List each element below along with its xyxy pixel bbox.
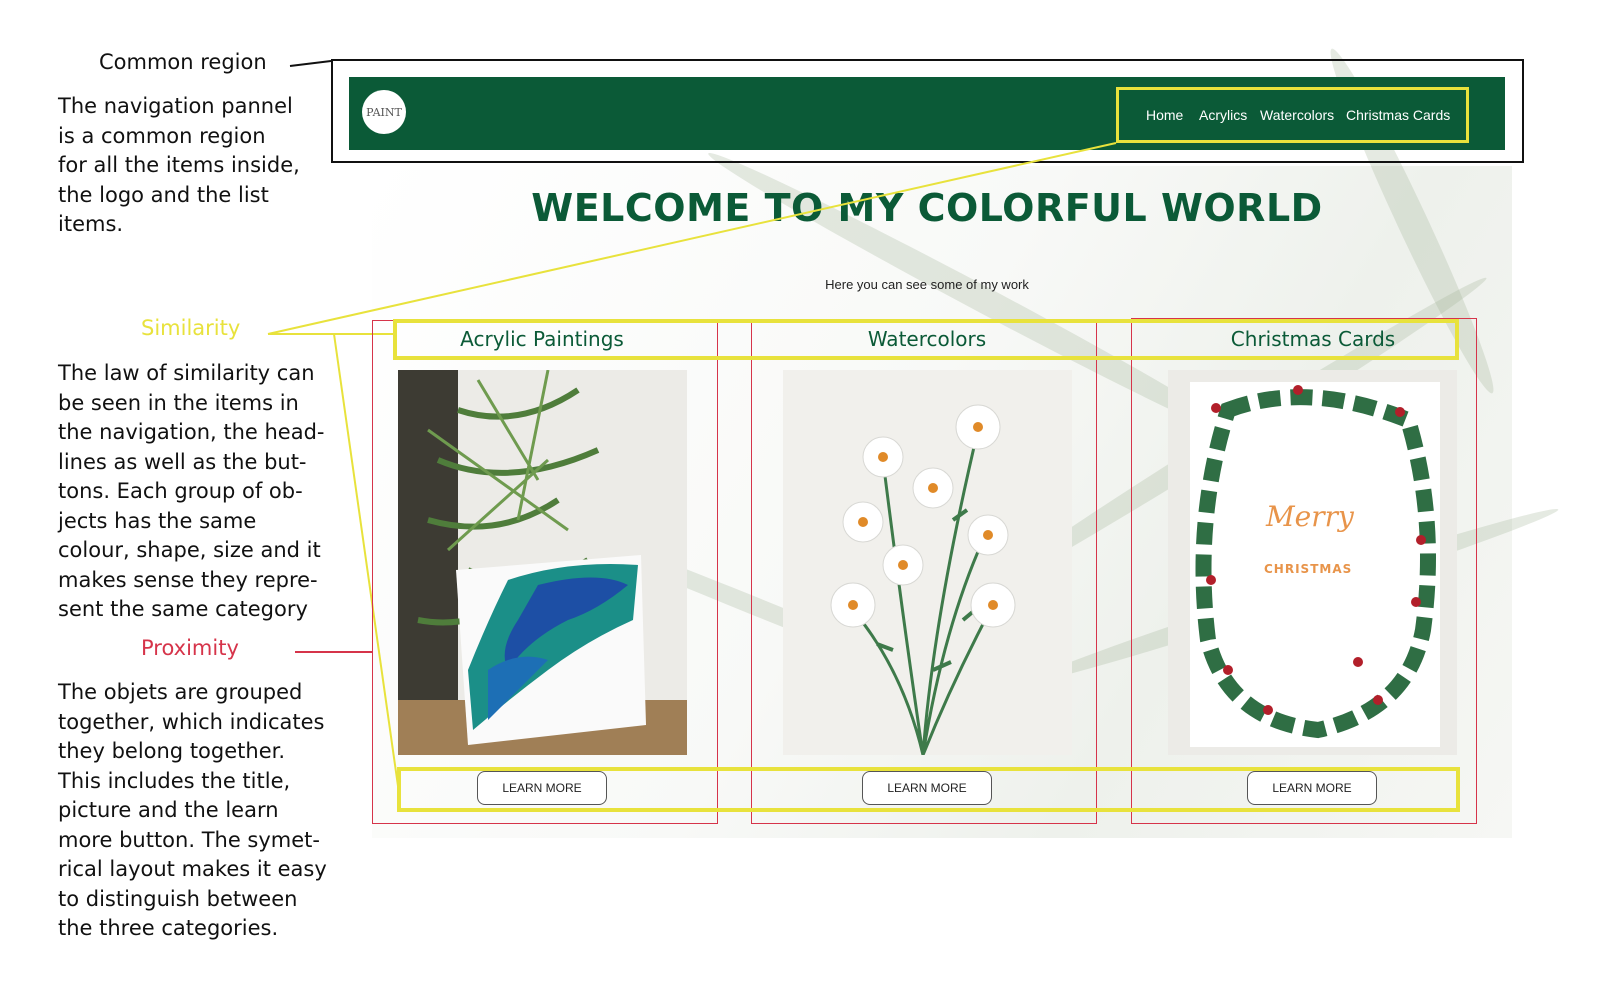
acrylic-painting-illustration xyxy=(398,370,687,755)
christmas-card-image[interactable]: Merry CHRISTMAS xyxy=(1168,370,1457,755)
daisy-watercolor-illustration xyxy=(783,370,1072,755)
card-christmas-text: CHRISTMAS xyxy=(1264,562,1353,576)
similarity-connector-nav xyxy=(267,142,1117,335)
learn-more-button-christmas[interactable]: LEARN MORE xyxy=(1247,771,1377,805)
card-title-watercolors: Watercolors xyxy=(867,327,987,351)
card-title-christmas: Christmas Cards xyxy=(1230,327,1396,351)
common-region-connector xyxy=(289,60,332,67)
card-merry-text: Merry xyxy=(1266,500,1354,533)
learn-more-button-watercolors[interactable]: LEARN MORE xyxy=(862,771,992,805)
acrylic-painting-image[interactable] xyxy=(398,370,687,755)
watercolor-image[interactable] xyxy=(783,370,1072,755)
learn-more-button-acrylics[interactable]: LEARN MORE xyxy=(477,771,607,805)
card-title-acrylics: Acrylic Paintings xyxy=(460,327,624,351)
